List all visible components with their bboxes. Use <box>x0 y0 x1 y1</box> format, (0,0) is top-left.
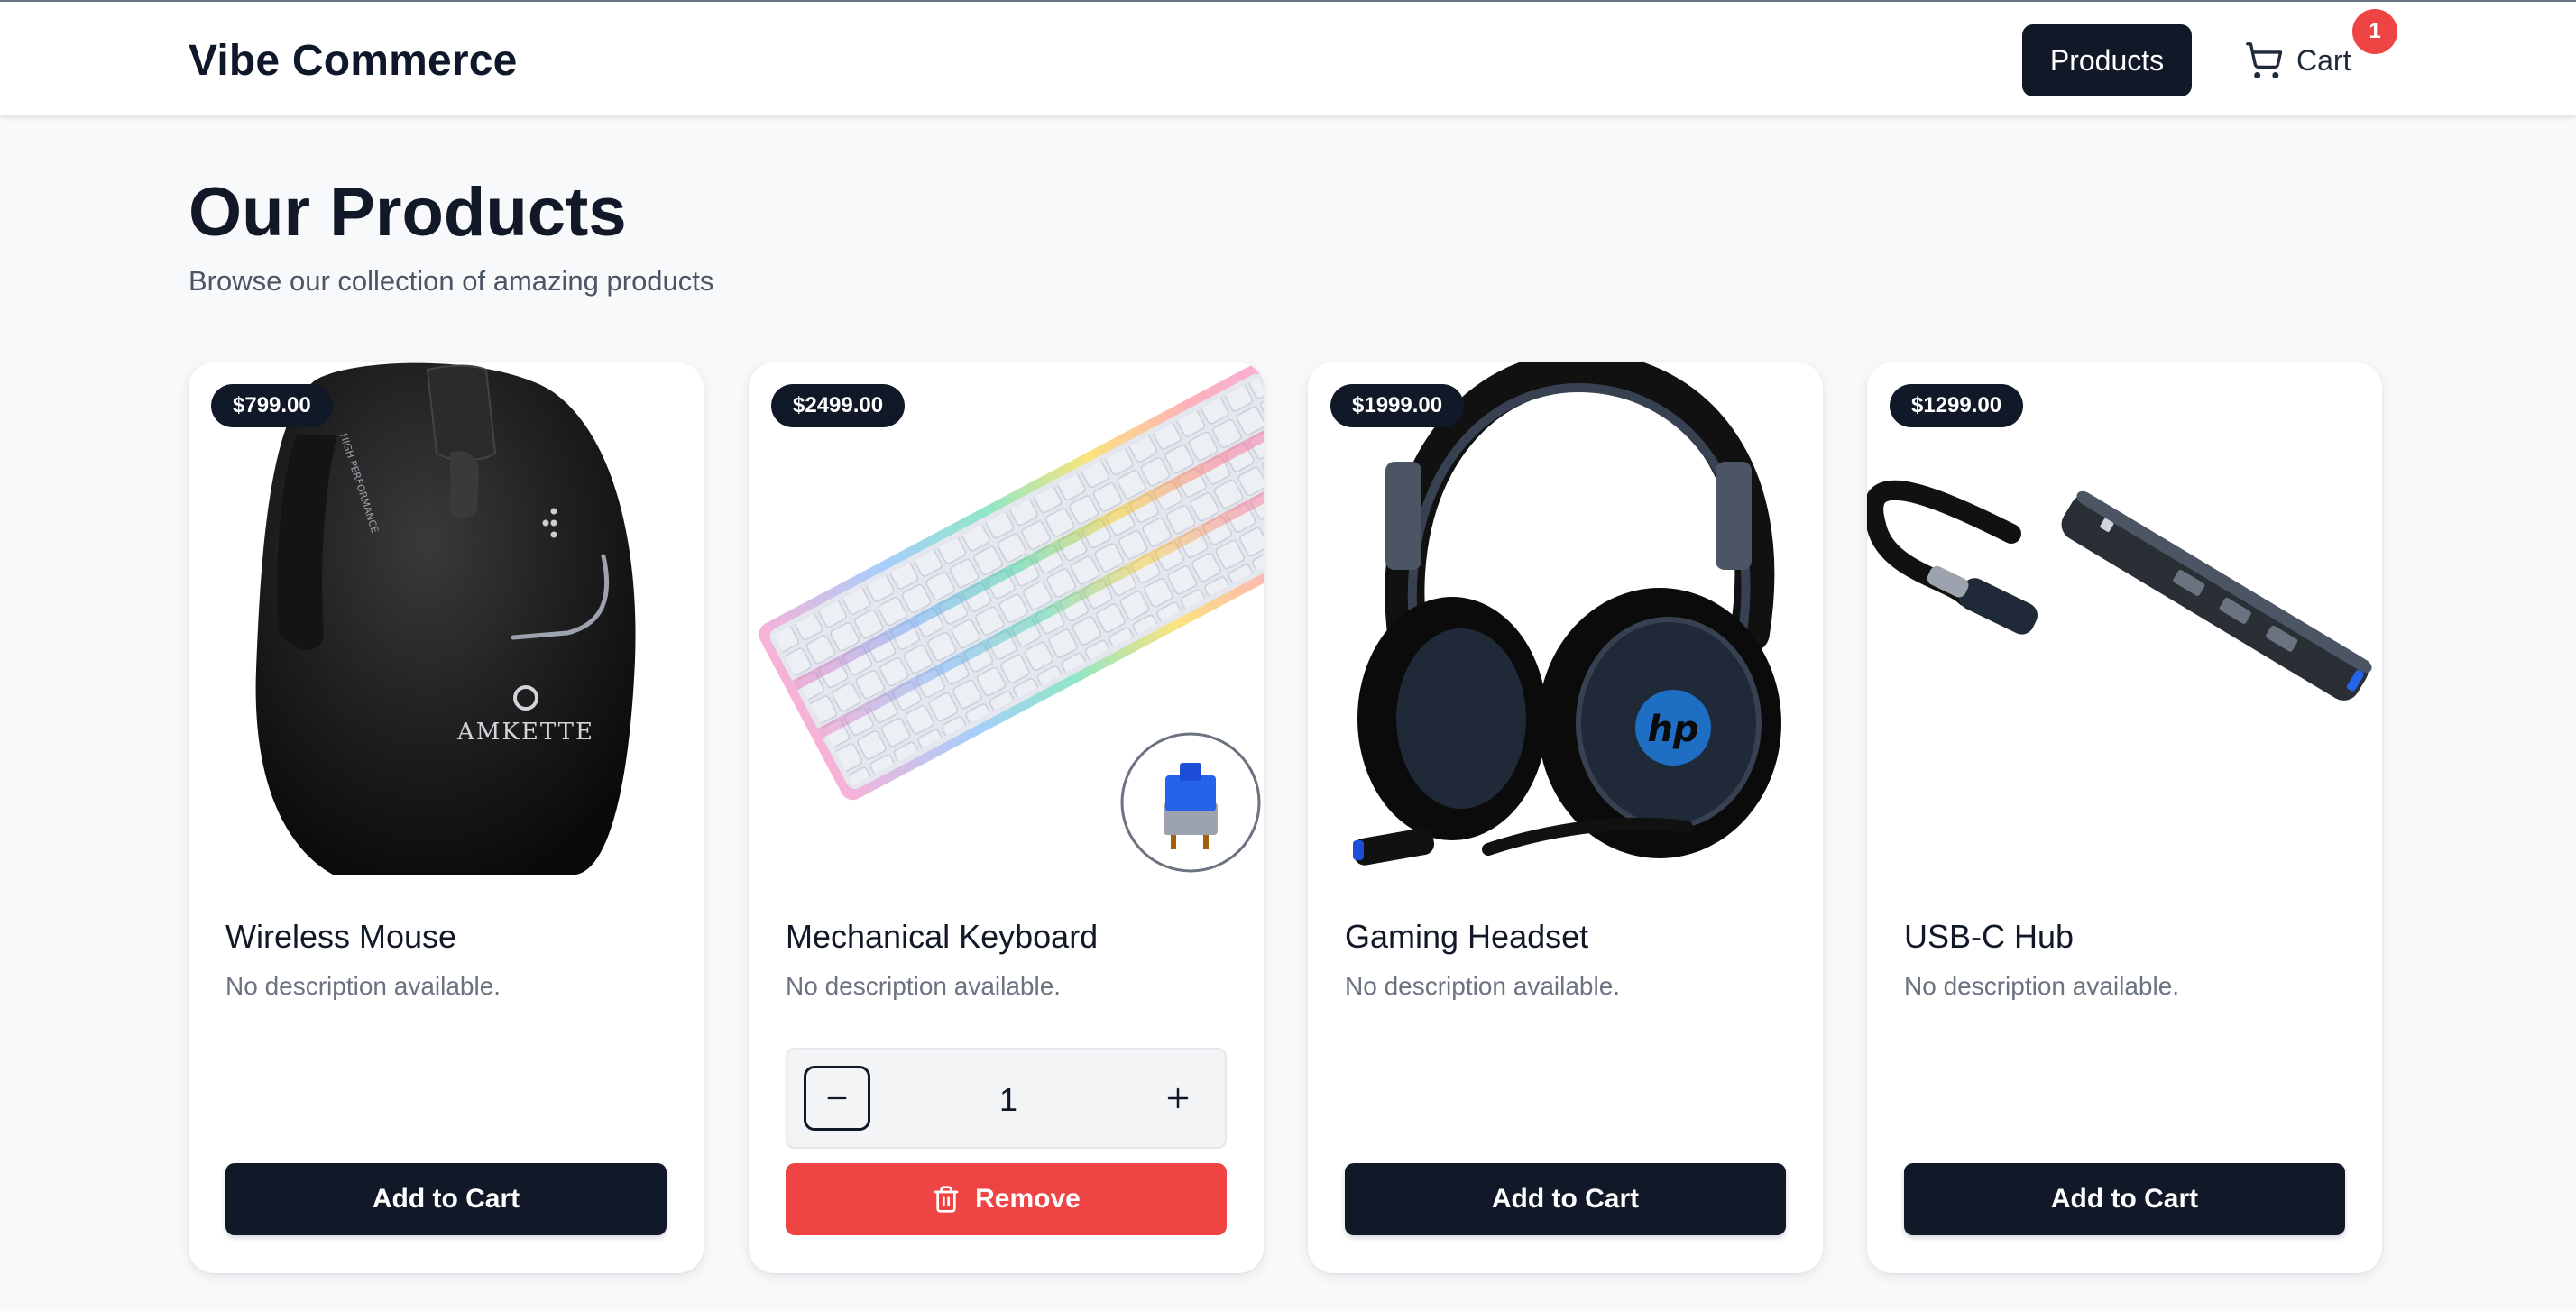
cart-nav-label: Cart <box>2296 43 2351 77</box>
product-card-gaming-headset: hp $1999.00 Gaming Headset No descriptio… <box>1308 362 1823 1273</box>
increase-quantity-button[interactable] <box>1145 1066 1211 1131</box>
minus-icon <box>824 1086 850 1111</box>
cart-nav-link[interactable]: Cart <box>2244 32 2351 88</box>
products-nav-button[interactable]: Products <box>2022 24 2192 96</box>
remove-from-cart-button[interactable]: Remove <box>786 1163 1227 1235</box>
add-to-cart-button[interactable]: Add to Cart <box>1345 1163 1786 1235</box>
price-badge: $1999.00 <box>1330 384 1465 427</box>
page-subtitle: Browse our collection of amazing product… <box>189 265 714 297</box>
trash-icon <box>932 1185 961 1214</box>
product-card-wireless-mouse: AMKETTE HIGH PERFORMANCE $799.00 Wireles… <box>189 362 704 1273</box>
product-card-usb-c-hub: $1299.00 USB-C Hub No description availa… <box>1867 362 2382 1273</box>
product-description: No description available. <box>1345 972 1621 1000</box>
price-badge: $2499.00 <box>771 384 906 427</box>
product-title[interactable]: Wireless Mouse <box>225 918 456 956</box>
add-to-cart-button[interactable]: Add to Cart <box>225 1163 667 1235</box>
plus-icon <box>1164 1085 1191 1112</box>
product-description: No description available. <box>786 972 1062 1000</box>
quantity-stepper: 1 <box>786 1048 1227 1149</box>
quantity-value: 1 <box>998 1081 1018 1118</box>
headset-brand-mark: hp <box>1647 709 1698 750</box>
decrease-quantity-button[interactable] <box>804 1066 870 1131</box>
product-image-mechanical-keyboard <box>749 362 1264 875</box>
remove-button-label: Remove <box>975 1184 1081 1214</box>
product-image-wireless-mouse: AMKETTE HIGH PERFORMANCE <box>189 362 704 875</box>
brand-logo[interactable]: Vibe Commerce <box>189 36 518 86</box>
shopping-cart-icon <box>2244 41 2284 80</box>
product-title[interactable]: Gaming Headset <box>1345 918 1588 956</box>
product-image-gaming-headset: hp <box>1308 362 1823 875</box>
top-navigation-bar: Vibe Commerce Products Cart <box>0 0 2576 115</box>
product-card-mechanical-keyboard: $2499.00 Mechanical Keyboard No descript… <box>749 362 1264 1273</box>
product-title[interactable]: Mechanical Keyboard <box>786 918 1098 956</box>
price-badge: $1299.00 <box>1890 384 2024 427</box>
product-title[interactable]: USB-C Hub <box>1904 918 2074 956</box>
cart-count-badge: 1 <box>2352 9 2397 54</box>
mouse-brand-mark: AMKETTE <box>456 719 594 746</box>
page-title: Our Products <box>189 174 627 251</box>
product-description: No description available. <box>1904 972 2180 1000</box>
price-badge: $799.00 <box>211 384 333 427</box>
product-description: No description available. <box>225 972 501 1000</box>
add-to-cart-button[interactable]: Add to Cart <box>1904 1163 2345 1235</box>
product-image-usb-c-hub <box>1867 362 2382 875</box>
